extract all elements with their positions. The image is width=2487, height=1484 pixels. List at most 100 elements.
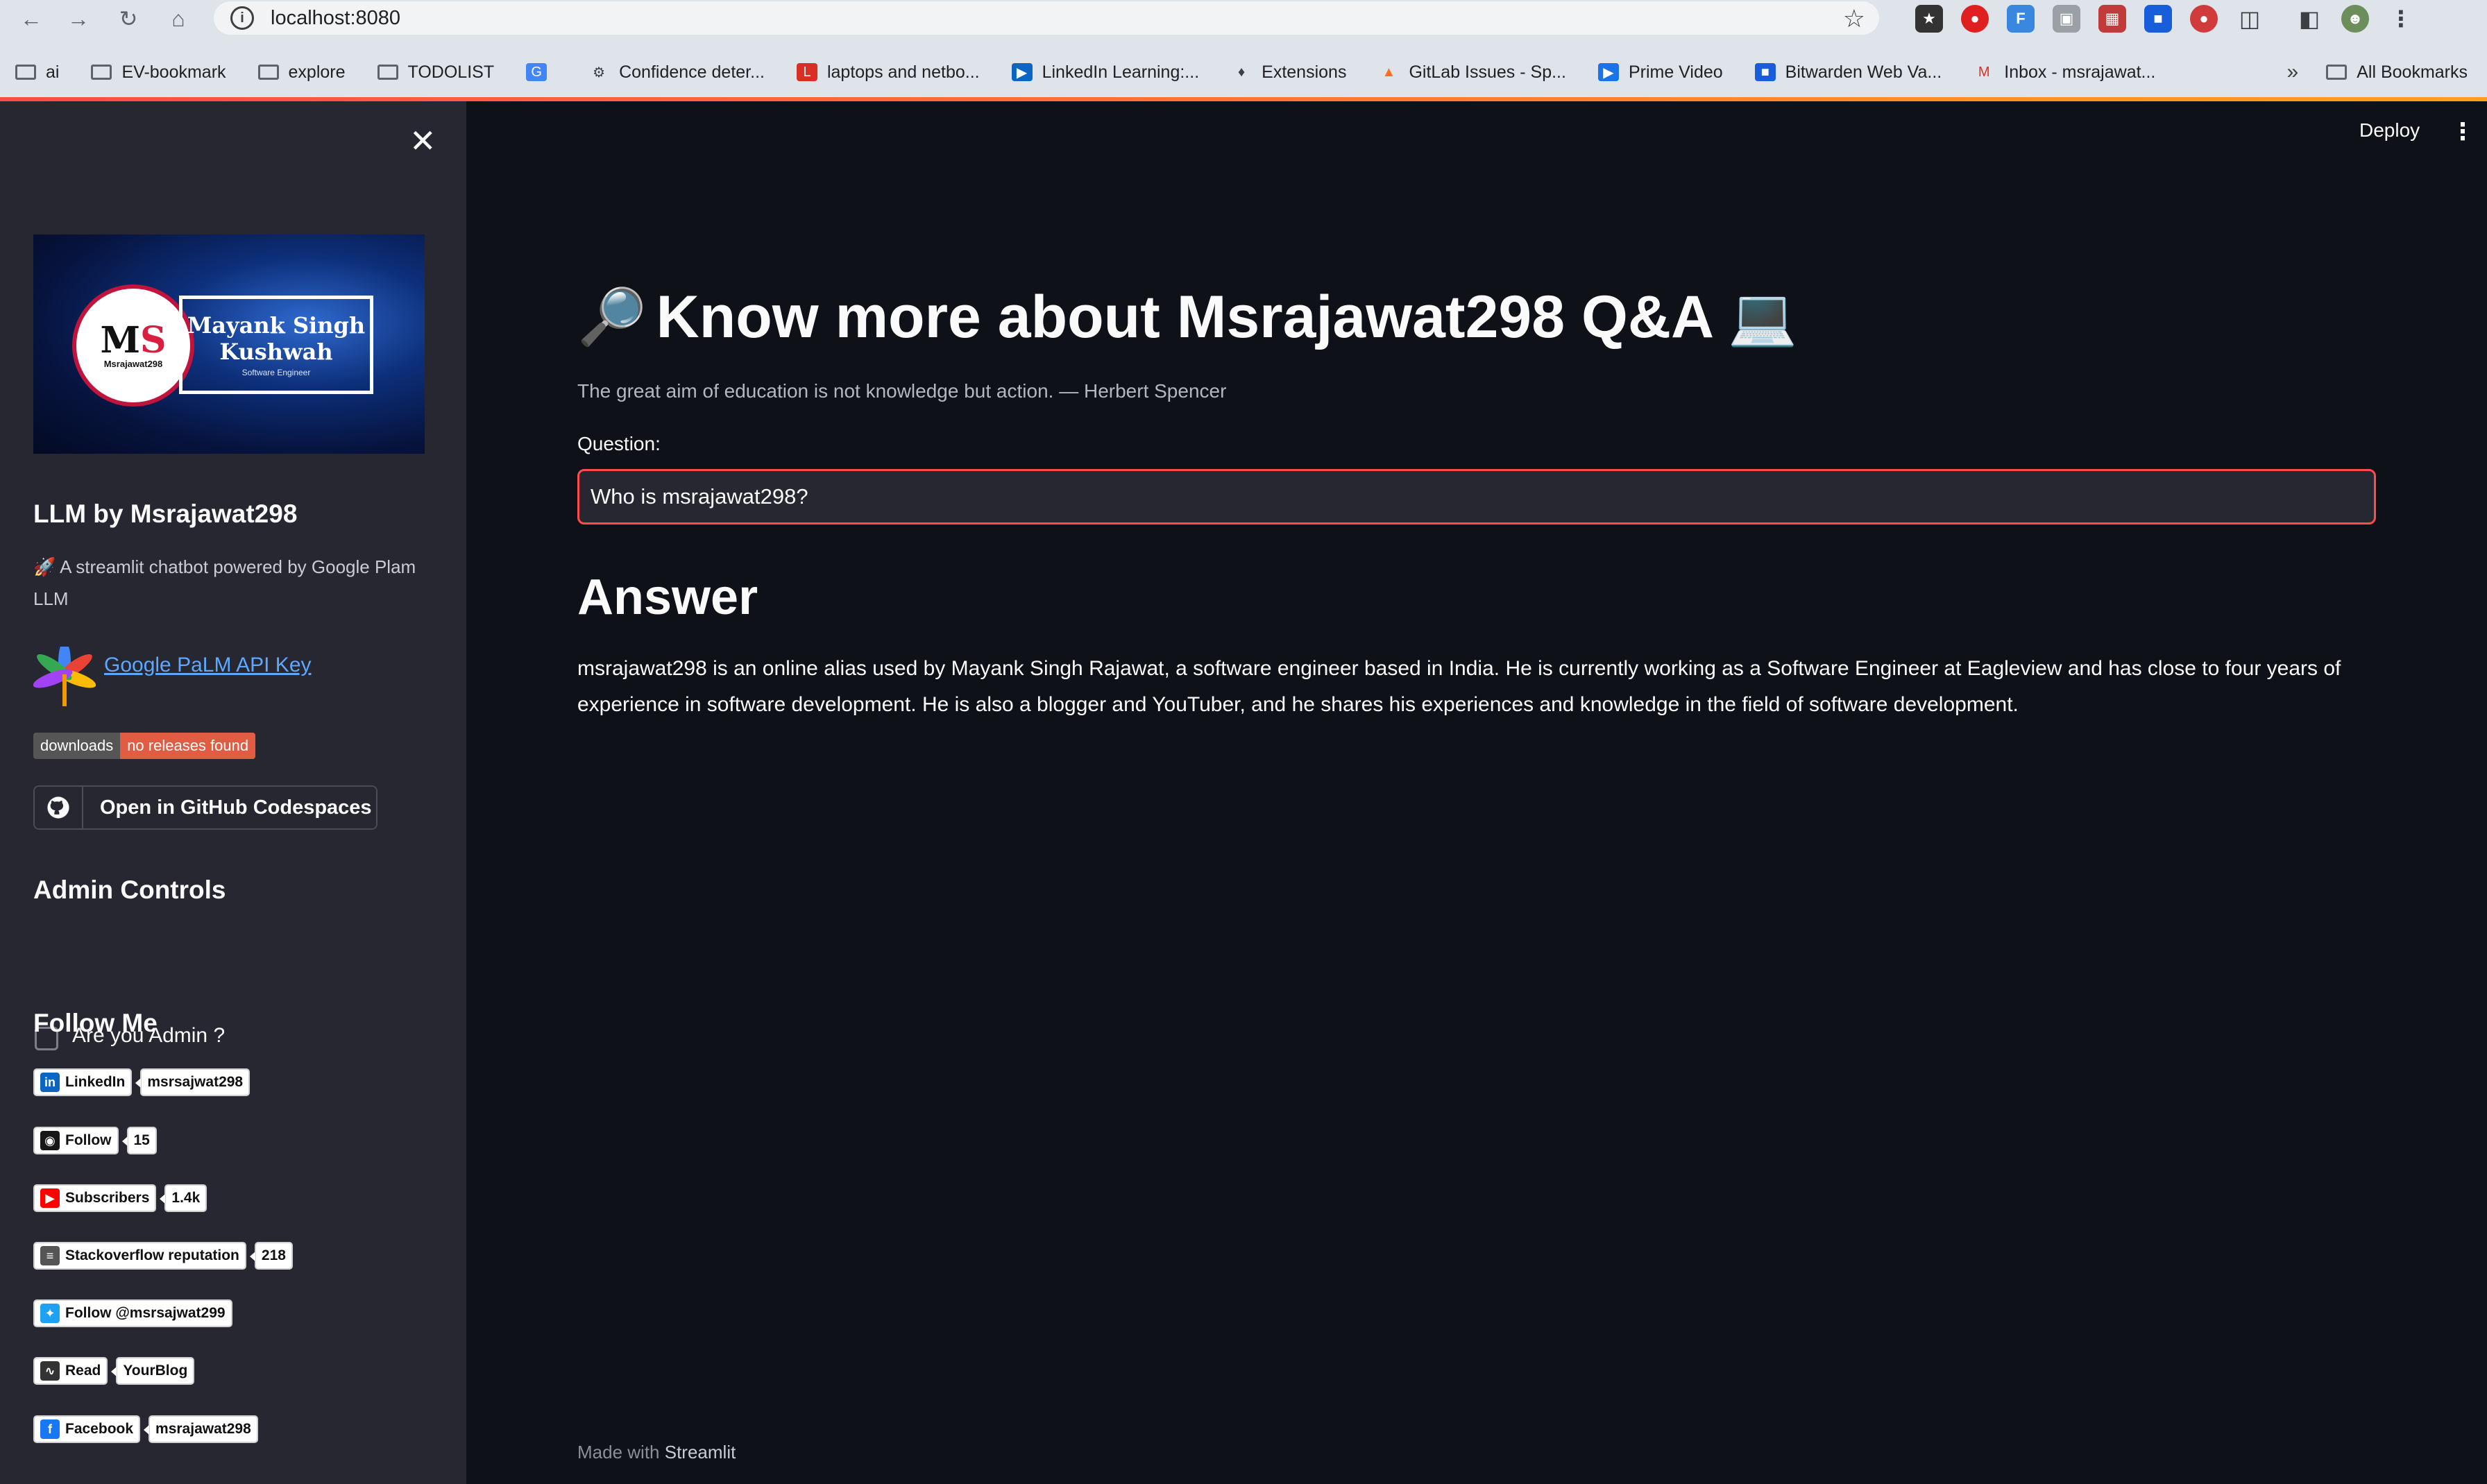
bookmark-label[interactable]: Inbox - msrajawat... (2004, 62, 2155, 83)
bookmark-item[interactable]: ▶ LinkedIn Learning:... (1011, 62, 1200, 83)
answer-heading: Answer (577, 570, 758, 625)
open-codespaces-button[interactable]: Open in GitHub Codespaces (33, 785, 377, 830)
puzzle-icon[interactable]: ◫ (2236, 5, 2264, 33)
palm-logo-icon (33, 647, 96, 706)
bookmark-item[interactable]: M Inbox - msrajawat... (1974, 62, 2155, 83)
social-badge[interactable]: ✦ Follow @msrsajwat299 (33, 1299, 232, 1327)
quote-caption: The great aim of education is not knowle… (577, 380, 1227, 402)
bookmark-item[interactable]: ▲ GitLab Issues - Sp... (1378, 62, 1566, 83)
bitwarden-icon[interactable]: ■ (2144, 5, 2172, 33)
badge-label: Read (65, 1363, 101, 1379)
bookmark-label[interactable]: explore (289, 62, 346, 83)
badge-label-box: ▶ Subscribers (33, 1184, 157, 1212)
downloads-badge[interactable]: downloads no releases found (33, 733, 256, 759)
bookmark-item[interactable]: G (526, 63, 557, 81)
back-icon[interactable]: ← (15, 3, 47, 35)
bookmark-item[interactable]: TODOLIST (377, 62, 495, 83)
badge-label: Subscribers (65, 1190, 150, 1206)
gitlab-icon: ▲ (1382, 64, 1396, 80)
bookmark-label[interactable]: laptops and netbo... (827, 62, 980, 83)
prime-video-icon: ▶ (1597, 63, 1619, 81)
page-title-row: 🔎 Know more about Msrajawat298 Q&A 💻 (577, 279, 1797, 355)
extension-icon[interactable]: ● (1961, 5, 1989, 33)
folder-icon (15, 65, 36, 80)
follow-me-heading: Follow Me (33, 1009, 158, 1037)
bookmark-label[interactable]: LinkedIn Learning:... (1042, 62, 1200, 83)
browser-menu-icon[interactable]: ⋮ (2387, 5, 2415, 33)
bookmark-star-icon[interactable]: ☆ (1843, 4, 1865, 33)
camera-icon[interactable]: ▣ (2053, 5, 2080, 33)
bookmark-label[interactable]: Prime Video (1629, 62, 1723, 83)
bookmark-label[interactable]: Bitwarden Web Va... (1785, 62, 1942, 83)
codespaces-label[interactable]: Open in GitHub Codespaces (83, 796, 372, 819)
rss-icon: ∿ (40, 1361, 60, 1381)
question-input[interactable] (577, 469, 2376, 524)
badge-value: msrajawat298 (144, 1415, 258, 1443)
bookmark-item[interactable]: ⚙ Confidence deter... (588, 62, 765, 83)
bookmark-item[interactable]: EV-bookmark (91, 62, 226, 83)
downloads-badge-value: no releases found (120, 733, 256, 759)
bookmark-item[interactable]: ▶ Prime Video (1597, 62, 1723, 83)
social-badge[interactable]: ≡ Stackoverflow reputation 218 (33, 1242, 293, 1270)
badge-label-box: f Facebook (33, 1415, 141, 1443)
main-menu-icon[interactable]: ⋮ (2451, 118, 2475, 146)
bookmark-label[interactable]: Extensions (1262, 62, 1346, 83)
folder-icon (2326, 65, 2348, 80)
bookmark-label[interactable]: Confidence deter... (619, 62, 765, 83)
translate-icon: G (526, 63, 548, 81)
url-text[interactable]: localhost:8080 (271, 7, 400, 30)
bookmarks-bar: ai EV-bookmark explore TODOLIST G ⚙ Confidence… (0, 54, 2487, 90)
bookmark-label[interactable]: GitLab Issues - Sp... (1409, 62, 1566, 83)
bookmark-item[interactable]: ■ Bitwarden Web Va... (1754, 62, 1942, 83)
profile-banner: MS Msrajawat298 Mayank Singh Kushwah Sof… (33, 234, 425, 454)
all-bookmarks-label[interactable]: All Bookmarks (2357, 62, 2468, 83)
github-icon: ◉ (40, 1131, 60, 1150)
social-badge[interactable]: ∿ Read YourBlog (33, 1357, 195, 1385)
bookmark-label[interactable]: ai (46, 62, 59, 83)
side-panel-icon[interactable]: ◧ (2295, 5, 2323, 33)
folder-icon (91, 65, 112, 80)
logo-badge: MS Msrajawat298 (72, 284, 194, 407)
badge-label: Facebook (65, 1421, 134, 1437)
extension-icon[interactable]: ★ (1915, 5, 1943, 33)
bookmark-label[interactable]: TODOLIST (408, 62, 495, 83)
extension-icon[interactable]: F (2007, 5, 2035, 33)
address-bar[interactable]: i localhost:8080 ☆ (214, 1, 1879, 35)
social-badge[interactable]: f Facebook msrajawat298 (33, 1415, 258, 1443)
folder-icon (257, 65, 279, 80)
stackoverflow-icon: ≡ (40, 1246, 60, 1265)
badge-label: Follow @msrsajwat299 (65, 1305, 226, 1321)
bookmark-label[interactable]: EV-bookmark (121, 62, 226, 83)
all-bookmarks[interactable]: » All Bookmarks (2287, 54, 2468, 90)
profile-avatar[interactable]: ☻ (2341, 5, 2369, 33)
more-bookmarks-icon[interactable]: » (2287, 60, 2299, 84)
palm-api-key-link[interactable]: Google PaLM API Key (104, 654, 312, 677)
social-badge[interactable]: ◉ Follow 15 (33, 1127, 157, 1154)
bookmark-item[interactable]: explore (257, 62, 346, 83)
badge-label: Stackoverflow reputation (65, 1247, 239, 1263)
badge-label-box: ≡ Stackoverflow reputation (33, 1242, 246, 1270)
question-label: Question: (577, 433, 661, 454)
home-icon[interactable]: ⌂ (162, 3, 194, 35)
close-sidebar-icon[interactable]: ✕ (409, 122, 436, 160)
streamlit-link[interactable]: Streamlit (665, 1442, 736, 1462)
social-badge[interactable]: ▶ Subscribers 1.4k (33, 1184, 207, 1212)
badge-value: 15 (121, 1127, 157, 1154)
globe-icon: ⚙ (593, 65, 606, 80)
bookmark-item[interactable]: Llaptops and netbo... (796, 62, 980, 83)
facebook-icon: f (40, 1419, 60, 1439)
l-logo-icon: L (796, 63, 817, 81)
forward-icon[interactable]: → (62, 3, 94, 35)
magnifier-icon: 🔎 (577, 286, 647, 348)
site-info-icon[interactable]: i (230, 6, 254, 30)
deploy-button[interactable]: Deploy (2359, 119, 2420, 142)
bookmark-item[interactable]: ♦ Extensions (1231, 62, 1346, 83)
bookmark-item[interactable]: ai (15, 62, 59, 83)
social-badge[interactable]: in LinkedIn msrsajwat298 (33, 1068, 251, 1096)
banner-role: Software Engineer (241, 368, 311, 377)
admin-controls-heading: Admin Controls (33, 876, 226, 904)
extension-icon[interactable]: ▦ (2098, 5, 2126, 33)
reload-icon[interactable]: ↻ (112, 3, 144, 35)
sidebar-description: 🚀 A streamlit chatbot powered by Google … (33, 556, 416, 609)
extension-icon[interactable]: ● (2190, 5, 2218, 33)
